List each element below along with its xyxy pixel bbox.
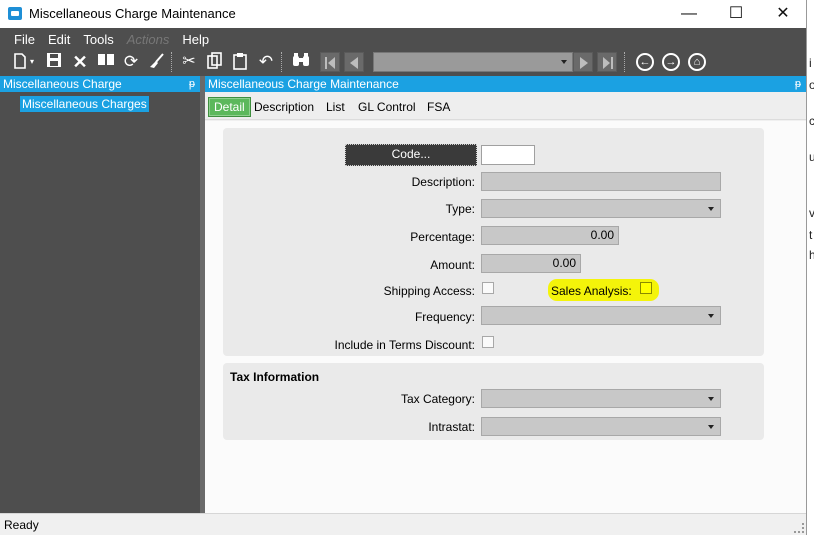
maximize-button[interactable]: ☐ xyxy=(713,0,759,28)
menu-toolbar-area: File Edit Tools Actions Help ▾ ✕ ⟳ ✂ ↶ ←… xyxy=(0,28,806,76)
frequency-label: Frequency: xyxy=(414,310,475,324)
home-icon[interactable]: ⌂ xyxy=(688,53,706,71)
chevron-down-icon xyxy=(561,60,567,64)
chevron-down-icon xyxy=(708,425,714,429)
amount-input[interactable]: 0.00 xyxy=(481,254,581,273)
menu-tools[interactable]: Tools xyxy=(77,31,120,49)
next-record-button[interactable] xyxy=(573,52,593,72)
tax-information-group: Tax Information Tax Category: Intrastat: xyxy=(223,363,764,440)
frequency-select[interactable] xyxy=(481,306,721,325)
app-icon xyxy=(8,7,22,20)
search-binoculars-icon[interactable] xyxy=(291,52,311,72)
refresh-icon[interactable]: ⟳ xyxy=(121,52,141,72)
intrastat-label: Intrastat: xyxy=(428,420,475,434)
left-panel-title: Miscellaneous Charge xyxy=(3,77,122,91)
menu-file[interactable]: File xyxy=(8,31,42,49)
delete-icon[interactable]: ✕ xyxy=(70,52,90,72)
tax-category-select[interactable] xyxy=(481,389,721,408)
percentage-label: Percentage: xyxy=(410,230,475,244)
left-panel: Miscellaneous Charge ᵽ Miscellaneous Cha… xyxy=(0,76,200,513)
undo-icon[interactable]: ↶ xyxy=(256,52,276,72)
status-text: Ready xyxy=(4,518,39,532)
previous-record-button[interactable] xyxy=(344,52,364,72)
tab-list[interactable]: List xyxy=(326,97,345,117)
shipping-access-label: Shipping Access: xyxy=(383,284,475,298)
tab-strip: Detail Description List GL Control FSA xyxy=(205,92,806,120)
left-panel-header: Miscellaneous Charge ᵽ xyxy=(0,76,200,92)
main-window: Miscellaneous Charge Maintenance — ☐ ✕ F… xyxy=(0,0,806,535)
copy-icon[interactable] xyxy=(205,52,225,72)
toolbar-separator xyxy=(171,52,174,72)
first-record-button[interactable] xyxy=(320,52,340,72)
new-icon[interactable] xyxy=(10,52,30,72)
menu-edit[interactable]: Edit xyxy=(42,31,77,49)
percentage-input[interactable]: 0.00 xyxy=(481,226,619,245)
resize-grip[interactable] xyxy=(794,523,804,533)
menu-bar: File Edit Tools Actions Help xyxy=(8,31,216,49)
minimize-button[interactable]: — xyxy=(666,0,712,28)
include-terms-checkbox[interactable] xyxy=(482,336,494,348)
background-window: i o c u v t h xyxy=(806,0,814,535)
sales-analysis-checkbox[interactable] xyxy=(640,282,652,294)
new-dropdown-icon[interactable]: ▾ xyxy=(28,52,36,72)
main-panel-title: Miscellaneous Charge Maintenance xyxy=(208,77,399,91)
code-input[interactable] xyxy=(481,145,535,165)
sales-analysis-label: Sales Analysis: xyxy=(551,284,632,298)
pin-icon[interactable]: ᵽ xyxy=(189,76,195,92)
tab-gl-control[interactable]: GL Control xyxy=(358,97,416,117)
last-record-button[interactable] xyxy=(597,52,617,72)
code-button[interactable]: Code... xyxy=(345,144,477,166)
pin-icon[interactable]: ᵽ xyxy=(795,76,801,92)
description-label: Description: xyxy=(411,175,475,189)
tax-category-label: Tax Category: xyxy=(400,392,475,406)
shipping-access-checkbox[interactable] xyxy=(482,282,494,294)
print-preview-icon[interactable] xyxy=(96,52,116,72)
toolbar-separator xyxy=(281,52,284,72)
chevron-down-icon xyxy=(708,314,714,318)
status-bar: Ready xyxy=(0,513,806,535)
chevron-down-icon xyxy=(708,397,714,401)
menu-actions[interactable]: Actions xyxy=(121,31,177,49)
tax-section-title: Tax Information xyxy=(230,370,320,384)
intrastat-select[interactable] xyxy=(481,417,721,436)
window-title: Miscellaneous Charge Maintenance xyxy=(29,6,236,21)
include-terms-label: Include in Terms Discount: xyxy=(334,338,475,352)
amount-label: Amount: xyxy=(430,258,475,272)
record-selector-dropdown[interactable] xyxy=(373,52,573,72)
toolbar-separator xyxy=(624,52,627,72)
toolbar: ▾ ✕ ⟳ ✂ ↶ ← → ⌂ xyxy=(6,51,796,73)
menu-help[interactable]: Help xyxy=(176,31,216,49)
main-panel-header: Miscellaneous Charge Maintenance ᵽ xyxy=(205,76,806,92)
tab-description[interactable]: Description xyxy=(254,97,314,117)
clear-brush-icon[interactable] xyxy=(147,52,167,72)
title-bar: Miscellaneous Charge Maintenance — ☐ ✕ xyxy=(0,0,806,28)
save-icon[interactable] xyxy=(44,52,64,72)
cut-icon[interactable]: ✂ xyxy=(179,52,199,72)
charge-details-group: Code... Description: Type: Percentage: 0… xyxy=(223,128,764,356)
paste-icon[interactable] xyxy=(230,52,250,72)
back-arrow-icon[interactable]: ← xyxy=(636,53,654,71)
description-input[interactable] xyxy=(481,172,721,191)
close-button[interactable]: ✕ xyxy=(760,0,806,28)
main-panel: Miscellaneous Charge Maintenance ᵽ Detai… xyxy=(205,76,806,513)
tree-item-miscellaneous-charges[interactable]: Miscellaneous Charges xyxy=(20,96,149,112)
detail-content: Code... Description: Type: Percentage: 0… xyxy=(205,121,806,513)
type-label: Type: xyxy=(445,202,475,216)
tab-fsa[interactable]: FSA xyxy=(427,97,450,117)
tab-detail[interactable]: Detail xyxy=(208,97,251,117)
type-select[interactable] xyxy=(481,199,721,218)
forward-arrow-icon[interactable]: → xyxy=(662,53,680,71)
chevron-down-icon xyxy=(708,207,714,211)
